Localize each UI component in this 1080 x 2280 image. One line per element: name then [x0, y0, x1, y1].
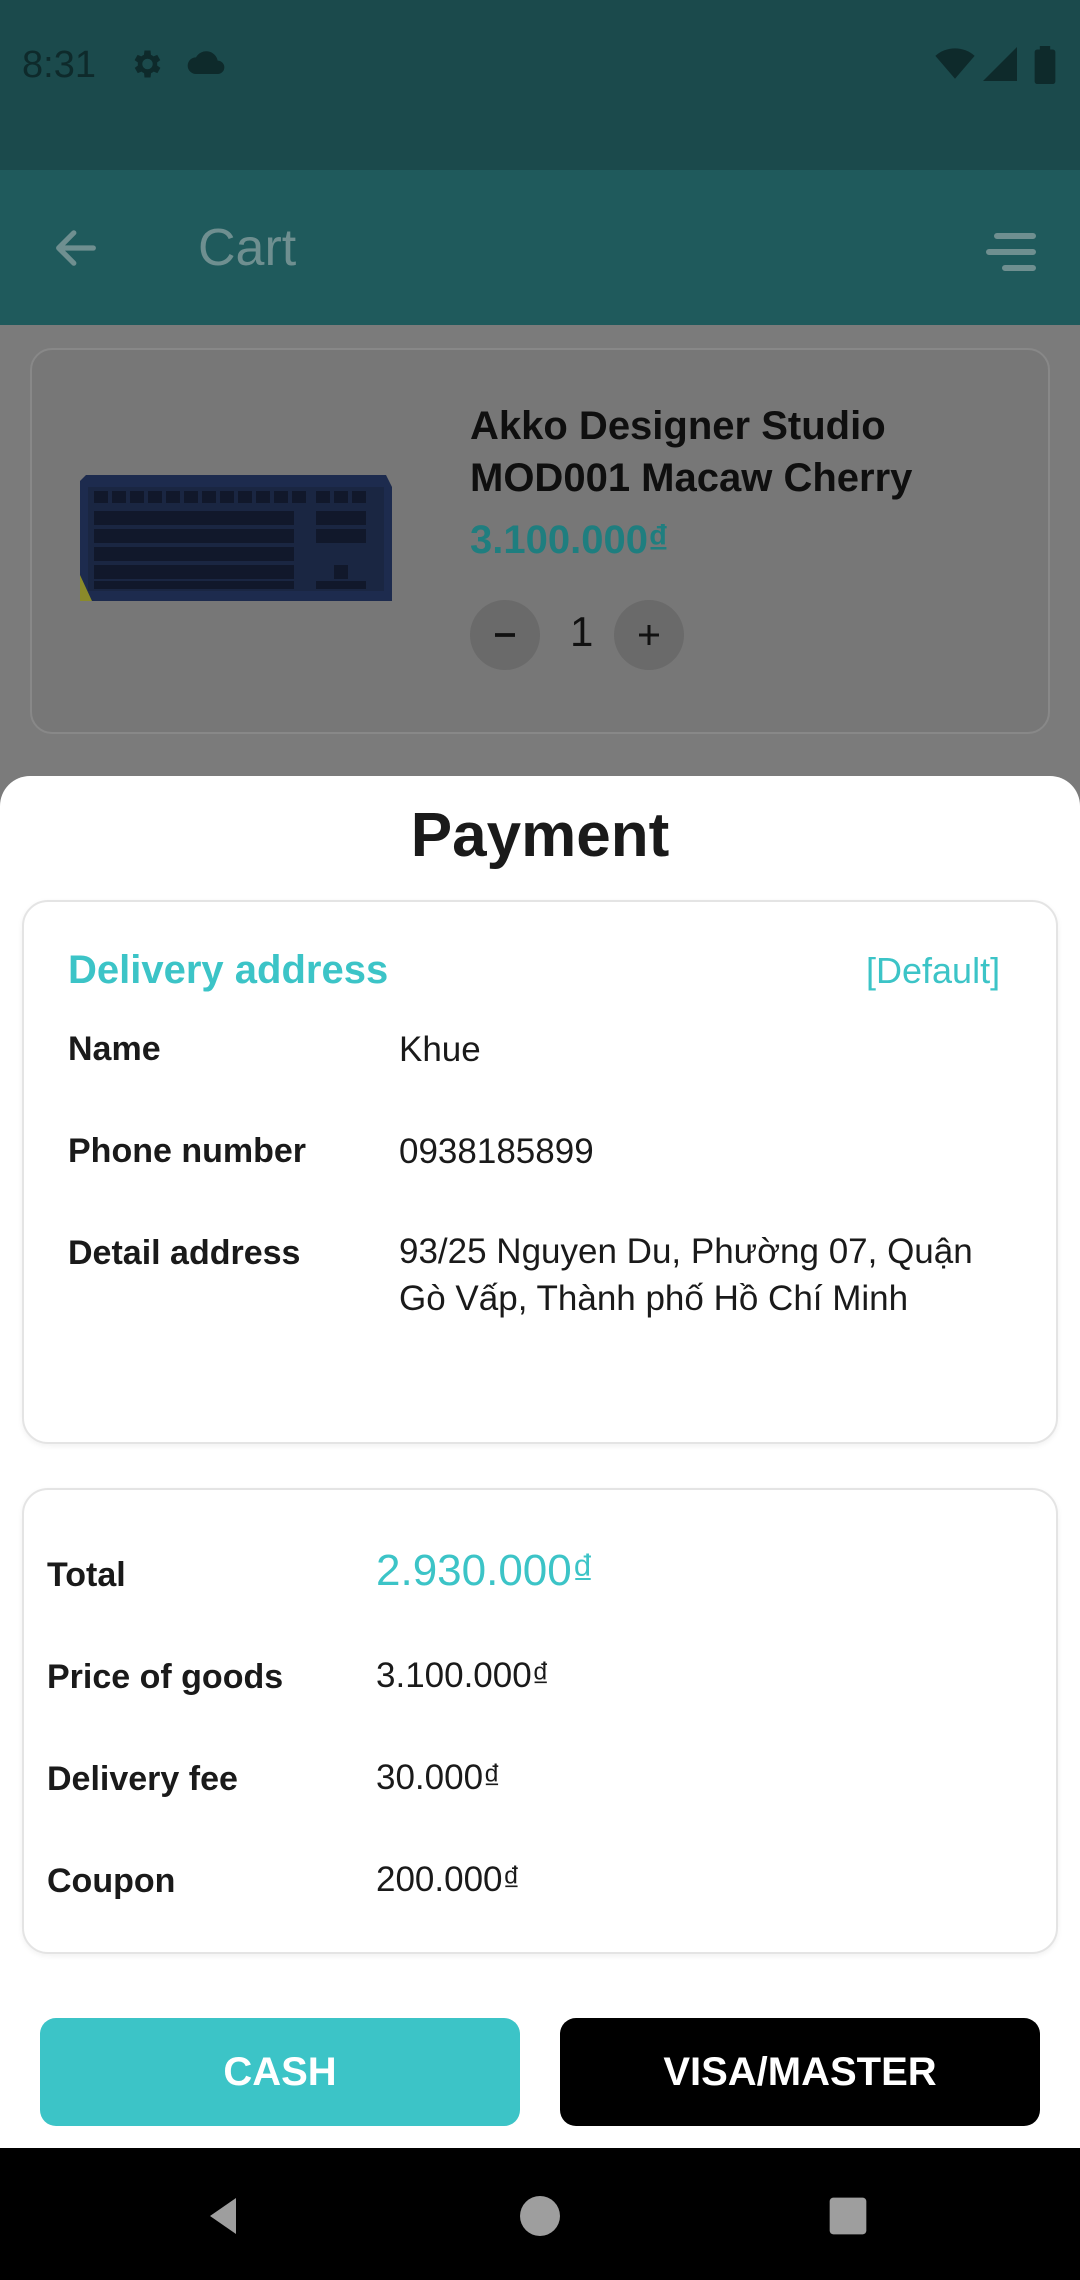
total-label: Total [47, 1556, 126, 1594]
total-value: 2.930.000₫ [376, 1546, 595, 1595]
quantity-value: 1 [570, 608, 594, 655]
decrease-quantity-button[interactable] [470, 600, 540, 670]
detail-address-label: Detail address [68, 1234, 301, 1272]
increase-quantity-button[interactable] [614, 600, 684, 670]
system-nav-bar [0, 2148, 1080, 2280]
menu-icon[interactable] [985, 232, 1037, 272]
page-title: Cart [198, 219, 297, 277]
nav-recents-icon[interactable] [826, 2194, 870, 2238]
product-image [80, 475, 392, 601]
delivery-fee-value: 30.000₫ [376, 1758, 502, 1797]
back-arrow-icon[interactable] [50, 222, 102, 274]
phone-value: 0938185899 [399, 1132, 594, 1171]
delivery-address-title: Delivery address [68, 948, 389, 992]
plus-icon [639, 625, 659, 645]
price-of-goods-label: Price of goods [47, 1658, 284, 1696]
visa-master-button[interactable]: VISA/MASTER [560, 2018, 1040, 2126]
nav-back-icon[interactable] [200, 2192, 248, 2240]
name-label: Name [68, 1030, 161, 1068]
product-name: Akko Designer Studio MOD001 Macaw Cherry [470, 404, 913, 500]
payment-title: Payment [410, 801, 670, 870]
delivery-fee-label: Delivery fee [47, 1760, 238, 1798]
app-bar: Cart [0, 170, 1080, 325]
settings-icon [134, 50, 161, 78]
price-of-goods-value: 3.100.000₫ [376, 1656, 550, 1695]
cash-button[interactable]: CASH [40, 2018, 520, 2126]
minus-icon [495, 633, 515, 637]
phone-label: Phone number [68, 1132, 307, 1170]
name-value: Khue [399, 1030, 481, 1069]
battery-icon [1034, 46, 1056, 84]
wifi-icon [935, 48, 975, 79]
coupon-value: 200.000₫ [376, 1860, 521, 1899]
status-time: 8:31 [22, 44, 96, 86]
signal-icon [983, 47, 1017, 81]
product-price: 3.100.000₫ [470, 518, 669, 562]
coupon-label: Coupon [47, 1862, 176, 1900]
detail-address-value: 93/25 Nguyen Du, Phường 07, Quận Gò Vấp,… [399, 1232, 973, 1318]
nav-home-icon[interactable] [516, 2192, 564, 2240]
default-address-tag: [Default] [866, 950, 1001, 991]
status-bar: 8:31 [0, 0, 1080, 170]
cloud-icon [187, 51, 225, 74]
